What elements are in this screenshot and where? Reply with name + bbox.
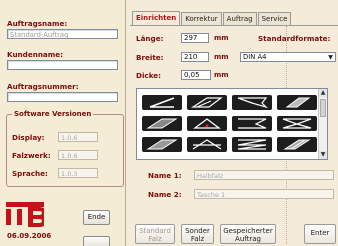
falzwerk-version: 1.0.6 — [58, 150, 98, 160]
mb-logo — [6, 202, 44, 227]
sprache-version: 1.0.3 — [58, 168, 98, 178]
name1-label: Name 1: — [148, 171, 182, 180]
fold-pattern-tile[interactable] — [142, 95, 182, 110]
fold-pattern-tile[interactable] — [187, 95, 227, 110]
tab-korrektur[interactable]: Korrektur — [181, 12, 222, 25]
gespeicherter-auftrag-button[interactable]: Gespeicherter Auftrag — [220, 224, 276, 244]
auftragsname-field[interactable]: Standard-Auftrag — [7, 29, 118, 39]
fold-pattern-grid: ▲ ▼ — [136, 88, 328, 160]
auftragsnummer-field[interactable] — [7, 92, 118, 102]
fold-icon — [146, 118, 178, 129]
fold-pattern-tile[interactable] — [277, 116, 317, 131]
breite-input[interactable]: 210 — [181, 52, 209, 62]
fold-pattern-tile[interactable] — [277, 95, 317, 110]
laenge-input[interactable]: 297 — [181, 33, 209, 43]
software-versions-title: Software Versionen — [12, 110, 94, 118]
sonder-falz-button[interactable]: Sonder Falz — [181, 224, 214, 244]
fold-icon — [283, 139, 311, 150]
breite-label: Breite: — [136, 53, 164, 62]
fold-pattern-tile[interactable] — [187, 137, 227, 152]
sonder-falz-label: Sonder Falz — [185, 227, 210, 243]
left-panel: Auftragsname: Standard-Auftrag Kundennam… — [0, 0, 126, 246]
fold-icon — [237, 97, 269, 109]
tab-auftrag[interactable]: Auftrag — [222, 12, 257, 25]
tab-divider — [130, 25, 338, 26]
display-label: Display: — [12, 133, 45, 142]
name2-field: Tasche 1 — [194, 189, 334, 199]
enter-button[interactable]: Enter — [304, 224, 336, 244]
fold-pattern-tile[interactable] — [232, 116, 272, 131]
sprache-label: Sprache: — [12, 169, 48, 178]
tab-bar: Einrichten Korrektur Auftrag Service — [132, 11, 292, 25]
fold-icon — [238, 118, 267, 129]
fold-pattern-tile[interactable] — [187, 116, 227, 131]
fold-icon — [285, 97, 311, 108]
laenge-unit: mm — [214, 34, 229, 42]
standardformate-select[interactable]: DIN A4 ▼ — [240, 52, 336, 62]
standard-falz-button[interactable]: Standard Falz — [135, 224, 175, 244]
breite-unit: mm — [214, 53, 229, 61]
fold-icon — [282, 118, 312, 129]
scroll-up-icon[interactable]: ▲ — [319, 89, 327, 97]
fold-pattern-tile[interactable] — [142, 116, 182, 131]
tab-einrichten[interactable]: Einrichten — [132, 11, 181, 25]
fold-pattern-tile[interactable] — [232, 137, 272, 152]
scroll-down-icon[interactable]: ▼ — [319, 151, 327, 159]
fold-pattern-tile[interactable] — [142, 137, 182, 152]
fold-icon — [237, 139, 267, 150]
chevron-down-icon[interactable]: ▼ — [327, 54, 334, 61]
gespeicherter-auftrag-label: Gespeicherter Auftrag — [223, 227, 273, 243]
standardformate-label: Standardformate: — [258, 34, 331, 43]
dicke-input[interactable]: 0,05 — [181, 70, 211, 80]
auftragsnummer-label: Auftragsnummer: — [7, 82, 79, 91]
grid-scrollbar[interactable]: ▲ ▼ — [318, 89, 327, 159]
fold-pattern-tile[interactable] — [277, 137, 317, 152]
standardformate-value: DIN A4 — [243, 53, 267, 61]
laenge-label: Länge: — [136, 34, 164, 43]
standard-falz-label: Standard Falz — [139, 227, 171, 243]
dicke-unit: mm — [214, 71, 229, 79]
ende-button[interactable]: Ende — [83, 210, 110, 225]
kundenname-field[interactable] — [7, 60, 118, 70]
fold-icon — [146, 139, 178, 150]
name1-field: Halbfalz — [194, 170, 334, 180]
fold-icon — [190, 97, 223, 108]
fold-icon — [149, 97, 175, 108]
app-window: Auftragsname: Standard-Auftrag Kundennam… — [0, 0, 338, 246]
fold-icon — [193, 118, 221, 129]
date-label: 06.09.2006 — [7, 232, 52, 240]
auftragsname-label: Auftragsname: — [7, 19, 68, 28]
small-bottom-button[interactable] — [83, 236, 110, 246]
scroll-thumb[interactable] — [320, 99, 326, 117]
fold-icon — [192, 139, 222, 150]
tab-service[interactable]: Service — [257, 12, 292, 25]
display-version: 1.0.6 — [58, 132, 98, 142]
falzwerk-label: Falzwerk: — [12, 151, 51, 160]
name2-label: Name 2: — [148, 190, 182, 199]
dicke-label: Dicke: — [136, 71, 162, 80]
kundenname-label: Kundenname: — [7, 50, 64, 59]
fold-pattern-tile[interactable] — [232, 95, 272, 110]
